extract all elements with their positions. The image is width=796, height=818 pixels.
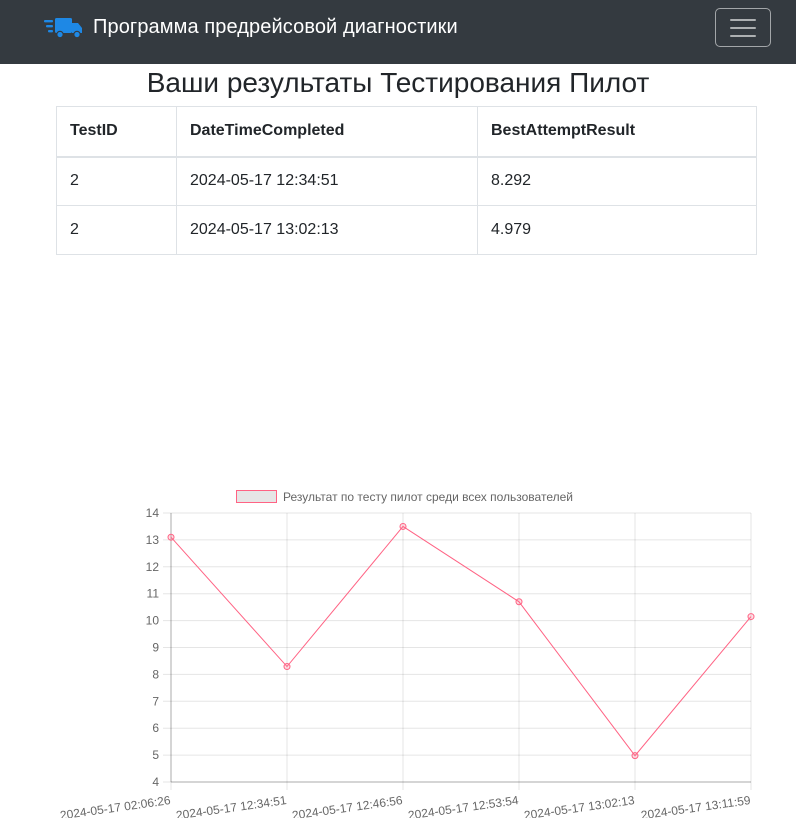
y-tick-label: 14 [146, 506, 160, 520]
table-row: 2 2024-05-17 12:34:51 8.292 [56, 156, 757, 206]
data-point [399, 522, 407, 530]
y-tick-label: 10 [146, 614, 160, 628]
legend-label: Результат по тесту пилот среди всех поль… [283, 490, 573, 504]
truck-fast-icon [44, 18, 82, 39]
x-tick-label: 2024-05-17 02:06:26 [59, 793, 172, 818]
navbar-brand[interactable]: Программа предрейсовой диагностики [44, 10, 458, 44]
table-cell-result: 4.979 [477, 205, 757, 255]
legend-swatch [236, 490, 277, 503]
y-tick-label: 9 [152, 641, 159, 655]
table-cell-testid: 2 [56, 156, 177, 206]
column-header-datetime: DateTimeCompleted [176, 106, 478, 158]
data-point [515, 598, 523, 606]
page-title: Ваши результаты Тестирования Пилот [146, 67, 650, 98]
results-line-chart: Результат по тесту пилот среди всех поль… [59, 490, 755, 818]
data-point [167, 533, 175, 541]
hamburger-menu-icon [730, 18, 756, 21]
x-tick-label: 2024-05-17 12:34:51 [175, 793, 288, 818]
data-point [631, 752, 639, 760]
hamburger-menu-icon-bar [730, 26, 756, 29]
x-tick-label: 2024-05-17 13:02:13 [523, 793, 636, 818]
y-tick-label: 7 [152, 694, 159, 708]
data-point [283, 663, 291, 671]
y-tick-label: 5 [152, 748, 159, 762]
y-tick-label: 13 [146, 533, 160, 547]
column-header-result: BestAttemptResult [477, 106, 757, 158]
table-row: 2 2024-05-17 13:02:13 4.979 [56, 205, 757, 255]
y-tick-label: 6 [152, 721, 159, 735]
data-point [747, 613, 755, 621]
brand-title: Программа предрейсовой диагностики [93, 15, 458, 38]
navbar-toggle-button[interactable] [715, 8, 771, 47]
column-header-testid: TestID [56, 106, 177, 158]
x-tick-label: 2024-05-17 13:11:59 [640, 793, 752, 818]
y-tick-label: 11 [147, 587, 160, 601]
series-line [170, 525, 752, 757]
hamburger-menu-icon-bar [730, 34, 756, 37]
y-tick-label: 4 [152, 775, 159, 789]
y-tick-label: 8 [152, 667, 159, 681]
x-tick-label: 2024-05-17 12:53:54 [407, 793, 520, 818]
table-cell-datetime: 2024-05-17 12:34:51 [176, 156, 478, 206]
table-cell-result: 8.292 [477, 156, 757, 206]
table-cell-datetime: 2024-05-17 13:02:13 [176, 205, 478, 255]
x-tick-label: 2024-05-17 12:46:56 [291, 793, 404, 818]
navbar: Программа предрейсовой диагностики [0, 0, 796, 64]
table-header-row: TestID DateTimeCompleted BestAttemptResu… [56, 106, 757, 158]
table-cell-testid: 2 [56, 205, 177, 255]
results-table: TestID DateTimeCompleted BestAttemptResu… [56, 106, 757, 255]
y-tick-label: 12 [146, 560, 160, 574]
